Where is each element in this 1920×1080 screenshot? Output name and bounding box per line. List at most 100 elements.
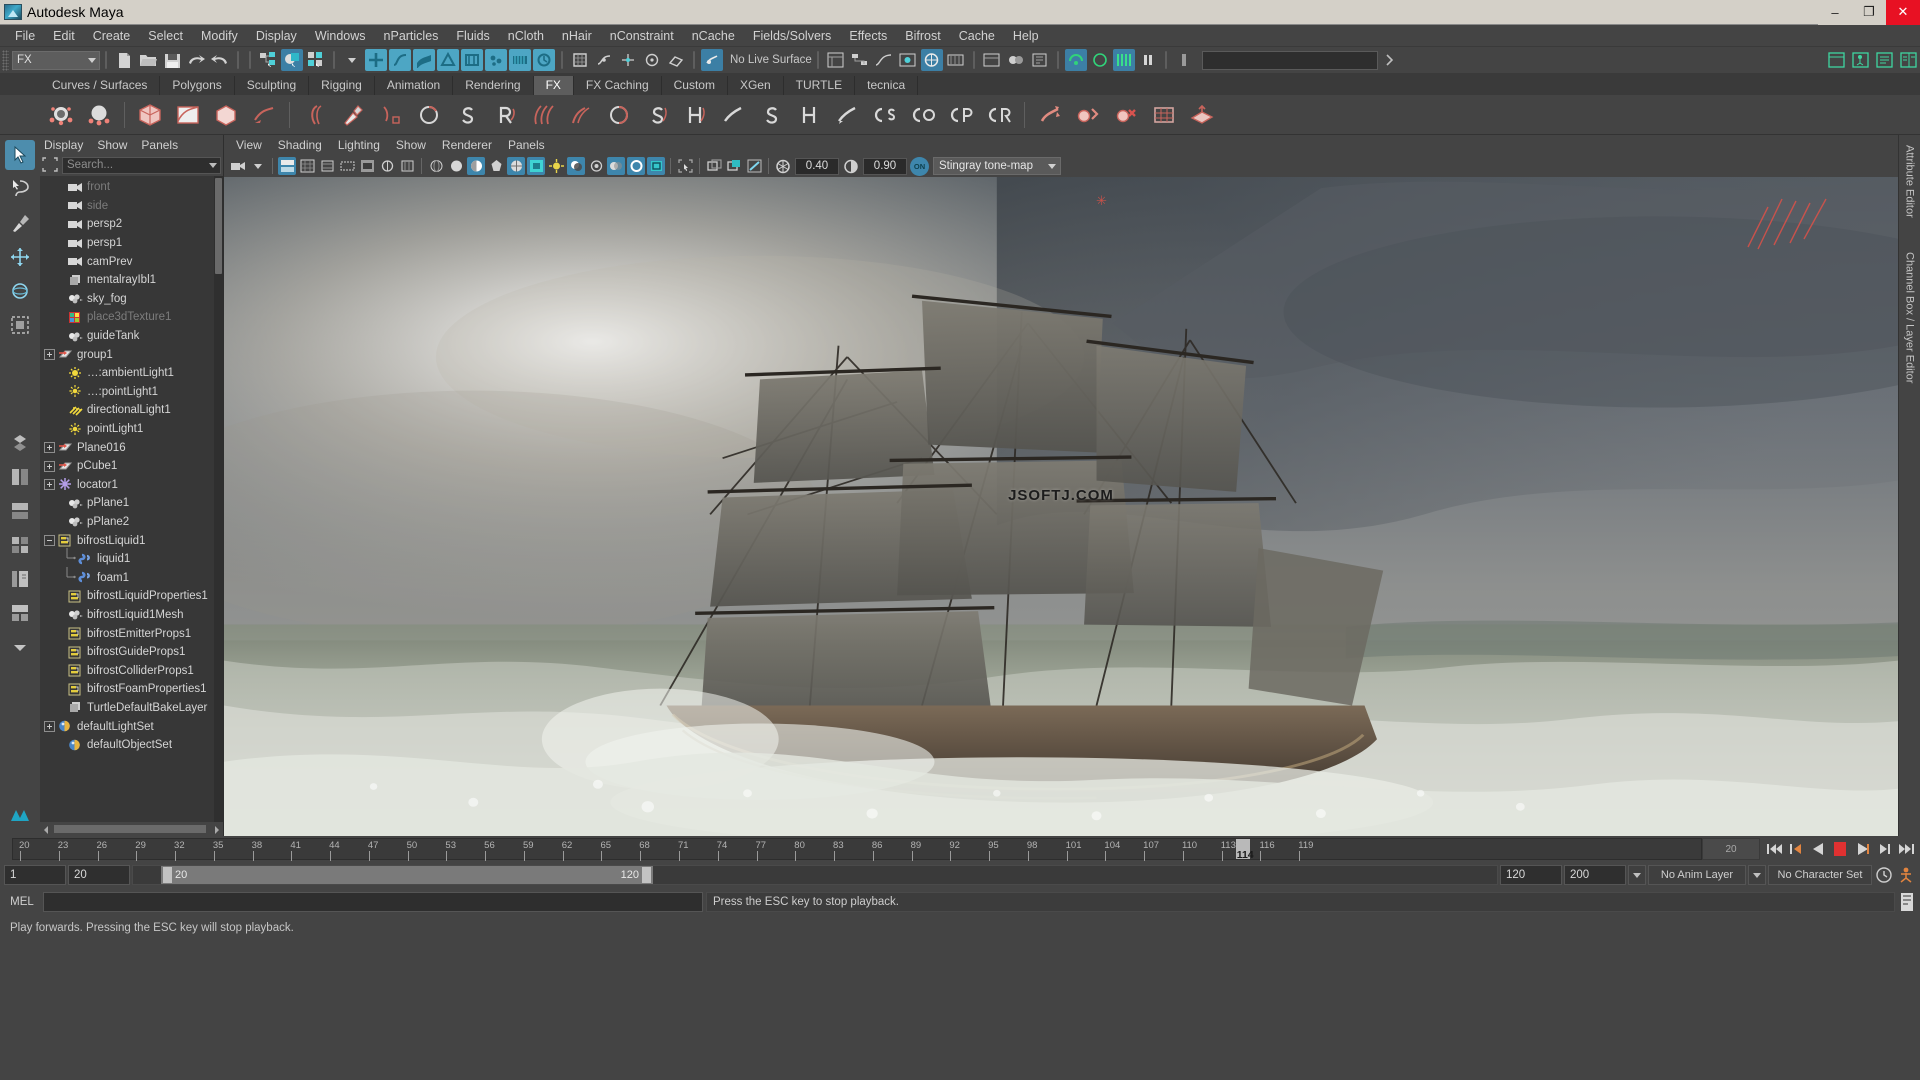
remove-ncloth-icon[interactable] (249, 100, 279, 130)
two-panes-stacked-icon[interactable] (278, 157, 296, 175)
anim-layer-dropdown[interactable] (1748, 865, 1766, 885)
shadows-icon[interactable] (567, 157, 585, 175)
outliner-menu-display[interactable]: Display (44, 138, 83, 152)
multisample-aa-icon[interactable] (627, 157, 645, 175)
expand-icon[interactable] (44, 460, 55, 472)
outliner-item[interactable]: TurtleDefaultBakeLayer (40, 699, 223, 718)
bifrost-add-collider-icon[interactable] (1111, 100, 1141, 130)
shelf-tab-curves-surfaces[interactable]: Curves / Surfaces (40, 76, 161, 95)
rotate-tool-button[interactable] (5, 276, 35, 306)
viewport-menu-shading[interactable]: Shading (278, 138, 322, 152)
select-by-hierarchy-button[interactable] (257, 49, 279, 71)
make-live-button[interactable] (701, 49, 723, 71)
outliner-item[interactable]: bifrostColliderProps1 (40, 661, 223, 680)
open-render-view-button[interactable] (897, 49, 919, 71)
expand-icon[interactable] (44, 442, 55, 454)
field-expand-button[interactable] (1379, 49, 1401, 71)
menu-item-create[interactable]: Create (84, 27, 140, 45)
create-ncloth-icon[interactable] (135, 100, 165, 130)
outliner-horizontal-scroll-thumb[interactable] (54, 825, 206, 833)
viewport-menu-renderer[interactable]: Renderer (442, 138, 492, 152)
time-slider[interactable]: 20 23 26 29 32 35 38 41 44 47 50 53 56 59 62 65 68 71 74 77… (12, 838, 1702, 861)
xray-active-components-icon[interactable] (745, 157, 763, 175)
nhair-curl-icon[interactable] (414, 100, 444, 130)
ncs-icon[interactable] (870, 100, 900, 130)
animation-end-field[interactable]: 200 (1564, 865, 1626, 885)
outliner-item[interactable]: bifrostLiquid1 (40, 531, 223, 550)
step-forward-frame-button[interactable] (1874, 839, 1894, 859)
hypershade-button[interactable] (1005, 49, 1027, 71)
outliner-item[interactable]: pCube1 (40, 457, 223, 476)
smooth-shade-all-icon[interactable] (447, 157, 465, 175)
open-graph-editor-button[interactable] (873, 49, 895, 71)
wireframe-shading-icon[interactable] (427, 157, 445, 175)
wireframe-on-shaded-icon[interactable] (507, 157, 525, 175)
expand-icon[interactable] (44, 349, 55, 361)
shelf-tab-fx[interactable]: FX (533, 76, 574, 95)
ncache-h-icon[interactable] (794, 100, 824, 130)
menu-item-select[interactable]: Select (139, 27, 192, 45)
nhair-r-icon[interactable] (490, 100, 520, 130)
minimize-button[interactable]: – (1818, 0, 1852, 25)
mask-polygons-button[interactable] (437, 49, 459, 71)
expand-icon[interactable] (44, 721, 55, 733)
viewport-menu-lighting[interactable]: Lighting (338, 138, 380, 152)
mask-handles-button[interactable] (365, 49, 387, 71)
undo-button[interactable] (185, 49, 207, 71)
select-camera-icon[interactable] (229, 157, 247, 175)
bifrost-create-liquid-icon[interactable] (1035, 100, 1065, 130)
layout-three-panes-button[interactable] (5, 496, 35, 526)
outliner-item[interactable]: front (40, 178, 223, 197)
exposure-aperture-icon[interactable] (774, 157, 792, 175)
show-attribute-editor-button[interactable] (1873, 49, 1895, 71)
tonemap-selector[interactable]: Stingray tone-map (933, 157, 1061, 175)
save-scene-button[interactable] (161, 49, 183, 71)
current-frame-field[interactable]: 20 (1702, 838, 1760, 860)
command-input[interactable] (43, 892, 703, 912)
menu-item-modify[interactable]: Modify (192, 27, 247, 45)
menu-item-effects[interactable]: Effects (840, 27, 896, 45)
shelf-tab-xgen[interactable]: XGen (728, 76, 784, 95)
menu-item-fluids[interactable]: Fluids (447, 27, 498, 45)
mask-surfaces-button[interactable] (413, 49, 435, 71)
outliner-item[interactable]: side (40, 197, 223, 216)
redo-button[interactable] (209, 49, 231, 71)
menu-item-display[interactable]: Display (247, 27, 306, 45)
xray-joints-icon[interactable] (725, 157, 743, 175)
render-settings-button[interactable] (981, 49, 1003, 71)
shelf-tab-animation[interactable]: Animation (375, 76, 454, 95)
grid-toggle-icon[interactable] (298, 157, 316, 175)
nparticle-emitter-icon[interactable] (46, 100, 76, 130)
outliner-item[interactable]: pPlane2 (40, 513, 223, 532)
snap-to-projected-center-button[interactable] (641, 49, 663, 71)
create-nrigid-icon[interactable] (211, 100, 241, 130)
step-back-frame-button[interactable] (1786, 839, 1806, 859)
play-forwards-button[interactable] (1852, 839, 1872, 859)
open-hypergraph-button[interactable] (849, 49, 871, 71)
anim-layer-selector[interactable]: No Anim Layer (1648, 865, 1746, 885)
outliner-item[interactable]: sky_fog (40, 290, 223, 309)
nhair-strands-icon[interactable] (528, 100, 558, 130)
outliner-item[interactable]: …:pointLight1 (40, 383, 223, 402)
outliner-item[interactable]: locator1 (40, 476, 223, 495)
create-passive-collider-icon[interactable] (173, 100, 203, 130)
ncache-replace-icon[interactable] (832, 100, 862, 130)
smooth-shade-selected-icon[interactable] (467, 157, 485, 175)
show-human-ik-button[interactable] (1849, 49, 1871, 71)
menu-item-nconstraint[interactable]: nConstraint (601, 27, 683, 45)
animation-preferences-button[interactable] (1089, 49, 1111, 71)
select-by-component-type-button[interactable] (305, 49, 327, 71)
mask-deformers-button[interactable] (461, 49, 483, 71)
open-outliner-button[interactable] (825, 49, 847, 71)
render-current-frame-button[interactable] (920, 49, 943, 71)
nconstraint-slide-icon[interactable] (718, 100, 748, 130)
shelf-tab-custom[interactable]: Custom (662, 76, 728, 95)
layout-four-panes-button[interactable] (5, 530, 35, 560)
layout-persp-graph-button[interactable] (5, 598, 35, 628)
shelf-tab-fx-caching[interactable]: FX Caching (574, 76, 662, 95)
menu-item-file[interactable]: File (6, 27, 44, 45)
depth-of-field-icon[interactable] (647, 157, 665, 175)
isolate-select-icon[interactable] (676, 157, 694, 175)
outliner-item[interactable]: bifrostFoamProperties1 (40, 680, 223, 699)
outliner-item[interactable]: bifrostEmitterProps1 (40, 624, 223, 643)
